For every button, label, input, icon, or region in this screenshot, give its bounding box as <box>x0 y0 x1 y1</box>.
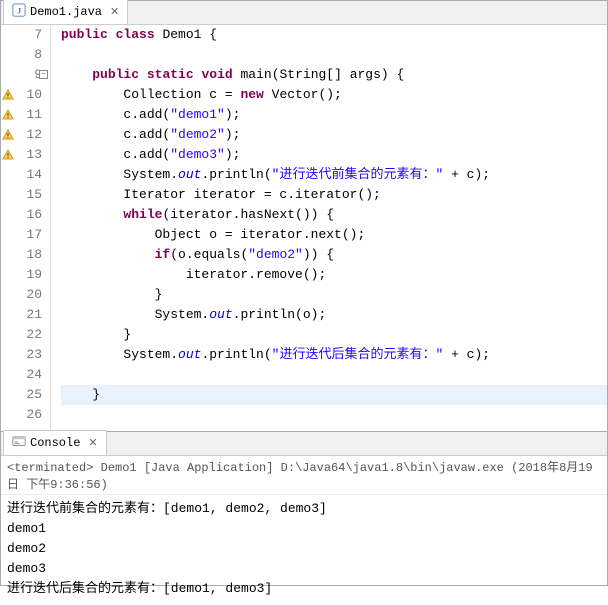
code-line[interactable]: while(iterator.hasNext()) { <box>61 207 334 222</box>
code-line[interactable]: Collection c = new Vector(); <box>61 87 342 102</box>
marker-empty <box>1 25 15 45</box>
marker-empty <box>1 245 15 265</box>
code-line[interactable]: System.out.println("进行迭代前集合的元素有：" + c); <box>61 167 490 182</box>
line-number: 22 <box>15 325 42 345</box>
line-number: 14 <box>15 165 42 185</box>
console-line: demo3 <box>7 559 601 579</box>
marker-column <box>1 25 15 431</box>
close-icon[interactable]: ✕ <box>110 5 119 19</box>
line-number: 11 <box>15 105 42 125</box>
java-file-icon: J <box>12 3 26 21</box>
line-number: 21 <box>15 305 42 325</box>
editor-tab[interactable]: J Demo1.java ✕ <box>3 0 128 24</box>
warning-icon[interactable] <box>1 145 15 165</box>
warning-icon[interactable] <box>1 125 15 145</box>
code-line[interactable]: c.add("demo3"); <box>61 147 240 162</box>
console-line: demo2 <box>7 539 601 559</box>
code-line[interactable]: public static void main(String[] args) { <box>61 67 404 82</box>
console-process-header: <terminated> Demo1 [Java Application] D:… <box>1 456 607 495</box>
marker-empty <box>1 365 15 385</box>
line-number-gutter: 789−1011121314151617181920212223242526 <box>15 25 51 431</box>
code-line[interactable]: System.out.println(o); <box>61 307 326 322</box>
fold-toggle-icon[interactable]: − <box>39 70 48 79</box>
line-number: 13 <box>15 145 42 165</box>
line-number: 23 <box>15 345 42 365</box>
line-number: 25 <box>15 385 42 405</box>
warning-icon[interactable] <box>1 105 15 125</box>
marker-empty <box>1 165 15 185</box>
line-number: 7 <box>15 25 42 45</box>
code-line[interactable]: iterator.remove(); <box>61 267 326 282</box>
code-line[interactable]: Object o = iterator.next(); <box>61 227 365 242</box>
line-number: 17 <box>15 225 42 245</box>
close-icon[interactable]: ✕ <box>88 436 97 450</box>
console-tab[interactable]: Console ✕ <box>3 430 107 455</box>
line-number: 16 <box>15 205 42 225</box>
console-tab-bar: Console ✕ <box>1 432 607 456</box>
console-output[interactable]: 进行迭代前集合的元素有：[demo1, demo2, demo3]demo1de… <box>1 495 607 605</box>
marker-empty <box>1 65 15 85</box>
svg-text:J: J <box>17 6 22 16</box>
code-line[interactable]: c.add("demo2"); <box>61 127 240 142</box>
editor-tab-bar: J Demo1.java ✕ <box>1 1 607 25</box>
code-line[interactable]: } <box>61 287 162 302</box>
line-number: 15 <box>15 185 42 205</box>
marker-empty <box>1 385 15 405</box>
line-number: 19 <box>15 265 42 285</box>
marker-empty <box>1 205 15 225</box>
marker-empty <box>1 265 15 285</box>
line-number: 9− <box>15 65 42 85</box>
code-line[interactable]: if(o.equals("demo2")) { <box>61 247 334 262</box>
line-number: 12 <box>15 125 42 145</box>
warning-icon[interactable] <box>1 85 15 105</box>
marker-empty <box>1 285 15 305</box>
code-line[interactable]: Iterator iterator = c.iterator(); <box>61 187 381 202</box>
editor-tab-label: Demo1.java <box>30 5 102 19</box>
code-line[interactable]: } <box>61 327 131 342</box>
console-line: 进行迭代后集合的元素有：[demo1, demo3] <box>7 579 601 599</box>
line-number: 24 <box>15 365 42 385</box>
line-number: 26 <box>15 405 42 425</box>
marker-empty <box>1 305 15 325</box>
line-number: 20 <box>15 285 42 305</box>
console-line: demo1 <box>7 519 601 539</box>
line-number: 10 <box>15 85 42 105</box>
code-editor[interactable]: 789−1011121314151617181920212223242526 p… <box>1 25 607 431</box>
console-tab-label: Console <box>30 436 80 450</box>
console-icon <box>12 434 26 452</box>
line-number: 8 <box>15 45 42 65</box>
code-line[interactable]: public class Demo1 { <box>61 27 217 42</box>
marker-empty <box>1 225 15 245</box>
code-line[interactable]: System.out.println("进行迭代后集合的元素有：" + c); <box>61 347 490 362</box>
marker-empty <box>1 345 15 365</box>
console-line: 进行迭代前集合的元素有：[demo1, demo2, demo3] <box>7 499 601 519</box>
line-number: 18 <box>15 245 42 265</box>
marker-empty <box>1 185 15 205</box>
marker-empty <box>1 45 15 65</box>
marker-empty <box>1 405 15 425</box>
marker-empty <box>1 325 15 345</box>
code-area[interactable]: public class Demo1 { public static void … <box>51 25 607 431</box>
code-line[interactable]: } <box>61 385 607 405</box>
console-panel: Console ✕ <terminated> Demo1 [Java Appli… <box>1 431 607 605</box>
code-line[interactable]: c.add("demo1"); <box>61 107 240 122</box>
